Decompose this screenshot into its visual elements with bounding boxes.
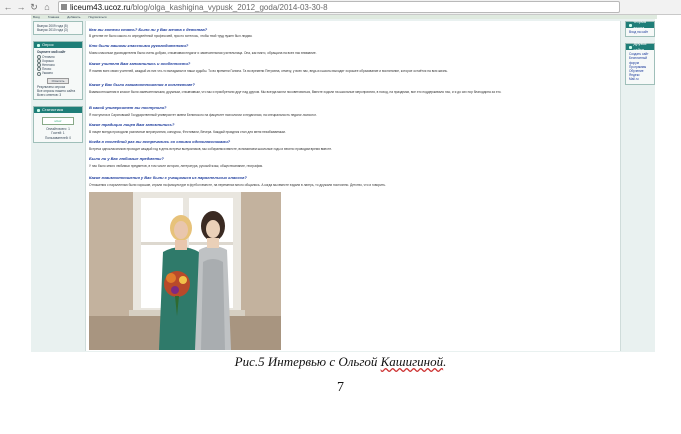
interview-answer: Я помню всех своих учителей, каждый из н… <box>89 69 448 73</box>
login-link[interactable]: Вход на сайт <box>629 30 651 34</box>
interview-question: Были ли у Вас любимые предметы? <box>89 156 164 161</box>
browser-toolbar: ← → ↻ ⌂ liceum43.ucoz.ru /blog/olga_kash… <box>0 0 681 15</box>
caption-name: Кашигиной <box>380 354 444 369</box>
archive-box: Выпуск 2009 года (5) Выпуск 2010 года (3… <box>33 21 83 36</box>
interview-answer: Отношения с параллелью были хорошие, игр… <box>89 183 386 187</box>
poll-icon <box>37 43 40 47</box>
forward-icon[interactable]: → <box>16 2 26 12</box>
interview-question: Какие учителя Вам запомнились и особенно… <box>89 61 191 66</box>
interview-question: Какие традиции лицея Вам запомнились? <box>89 122 175 127</box>
poll-box: Опрос Оцените мой сайт Отлично Хорошо Не… <box>33 41 83 101</box>
blog-entry: Кем вы хотели стать? Было ли у Вас мечта… <box>85 21 621 351</box>
poll-title: Опрос <box>42 42 54 48</box>
page-number: 7 <box>337 380 344 395</box>
caption-text: Рис.5 Интервью с Ольгой <box>234 354 381 369</box>
interview-answer: Моим классным руководителем была очень д… <box>89 51 317 55</box>
left-sidebar: Выпуск 2009 года (5) Выпуск 2010 года (3… <box>33 21 83 149</box>
friend-link[interactable]: Бесплатный форум <box>629 56 651 64</box>
interview-answer: Встреча одноклассников проходит каждый г… <box>89 147 333 151</box>
stats-box: Статистика uCoz Онлайн всего: 1 Гостей: … <box>33 106 83 143</box>
interview-question: Когда в последний раз вы встречались со … <box>89 139 231 144</box>
interview-question: Кем вы хотели стать? Было ли у Вас мечта… <box>89 27 208 32</box>
figure-caption: Рис.5 Интервью с Ольгой Кашигиной. <box>0 354 681 370</box>
reload-icon[interactable]: ↻ <box>29 2 39 12</box>
url-path: /blog/olga_kashigina_vypusk_2012_goda/20… <box>130 2 328 12</box>
interview-question: Какие у Вас были взаимоотношения в колле… <box>89 82 195 87</box>
interview-answer: В лицее всегда проходили различные мероп… <box>89 130 286 134</box>
poll-total: Всего ответов: 3 <box>37 93 62 98</box>
interview-answer: В детстве не было какого-то определённой… <box>89 34 253 38</box>
poll-submit-button[interactable]: Ответить <box>47 77 69 84</box>
interview-answer: У нас было много любимых предметов, в то… <box>89 164 263 168</box>
counter-badge[interactable]: uCoz <box>42 117 74 126</box>
friends-box: Друзья сайта Создать сайт Бесплатный фор… <box>625 41 655 85</box>
page-icon <box>61 4 67 10</box>
login-icon <box>629 23 632 27</box>
address-bar[interactable]: liceum43.ucoz.ru /blog/olga_kashigina_vy… <box>58 1 620 13</box>
right-sidebar: Форма входа Вход на сайт Друзья сайта Со… <box>625 21 655 91</box>
friend-link[interactable]: Mail.ru <box>629 77 651 81</box>
interview-question: Какие взаимоотношения у Вас были с учащи… <box>89 175 247 180</box>
interview-answer: Я поступила в Саратовский Государственны… <box>89 113 317 117</box>
url-host: liceum43.ucoz.ru <box>70 2 131 12</box>
archive-link[interactable]: Выпуск 2010 года (3) <box>37 28 79 32</box>
interview-answer: Взаимоотношения в классе были замечатель… <box>89 90 502 94</box>
interview-photo <box>89 192 281 350</box>
interview-question: В какой университет вы поступили? <box>89 105 167 110</box>
radio-icon[interactable] <box>37 71 41 76</box>
interview-question: Кто были вашими классными руководителями… <box>89 43 189 48</box>
stats-users: Пользователей: 0 <box>44 135 72 140</box>
caption-end: . <box>443 354 447 369</box>
stats-title: Статистика <box>42 107 64 113</box>
login-box: Форма входа Вход на сайт <box>625 21 655 38</box>
poll-option[interactable]: Ужасно <box>37 71 79 76</box>
stats-icon <box>37 108 40 112</box>
home-icon[interactable]: ⌂ <box>42 2 52 12</box>
friends-icon <box>629 45 632 49</box>
back-icon[interactable]: ← <box>3 2 13 12</box>
poll-option-label: Ужасно <box>42 71 53 76</box>
